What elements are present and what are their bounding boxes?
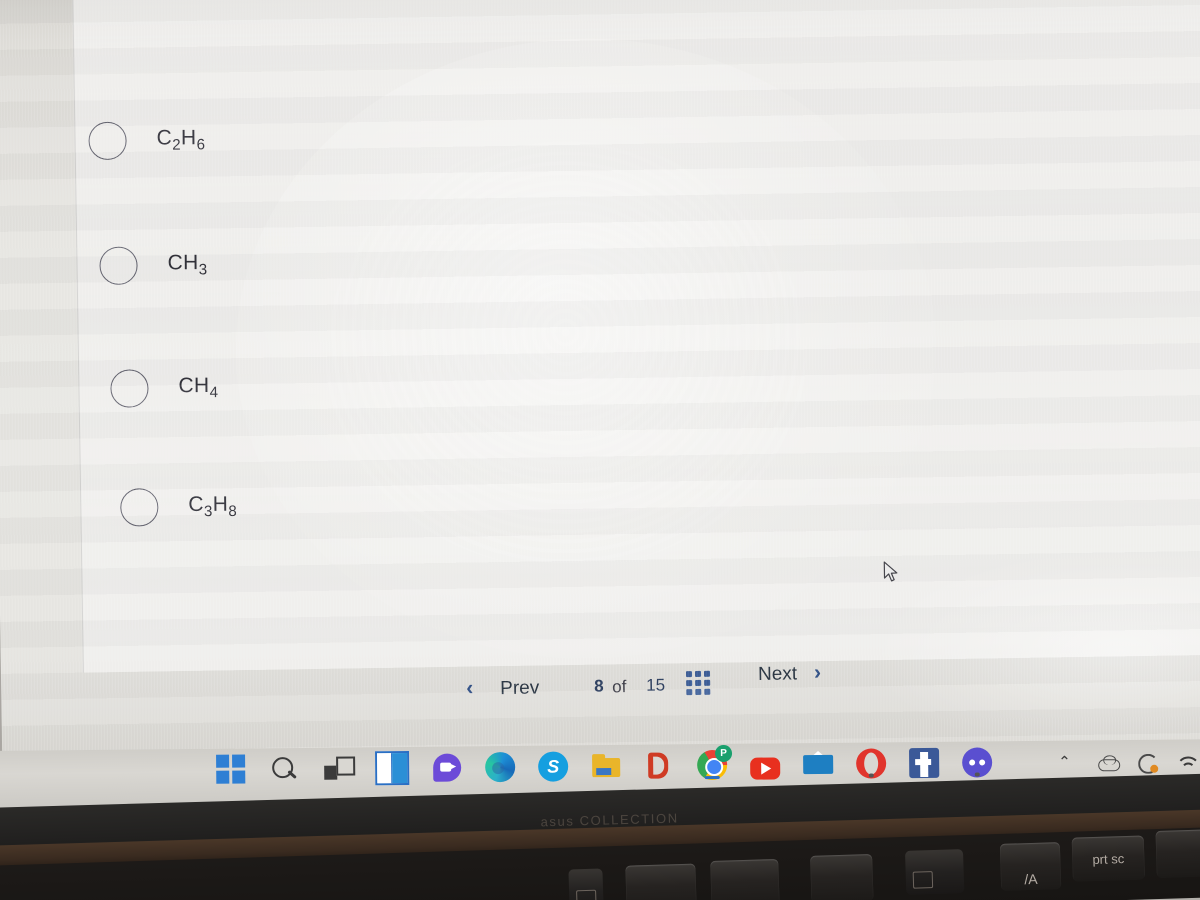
taskbar-icon-strip: S P [216,744,993,786]
key-f12-glyph [912,871,934,889]
sync-status-icon[interactable] [1136,752,1159,774]
youtube-icon[interactable] [750,757,781,780]
answer-option-b[interactable]: CH3 [99,246,208,285]
key-delete[interactable] [1155,829,1200,879]
browser-page: oichiometry i Saved Help Save & Exit C2H… [0,0,1200,778]
next-chevron-icon[interactable]: › [814,661,821,685]
key-f8[interactable] [568,868,604,900]
prev-button[interactable]: Prev [500,677,539,700]
radio-button-b[interactable] [99,246,138,285]
show-hidden-icons-icon[interactable]: ⌃ [1058,753,1080,775]
wifi-icon[interactable] [1175,751,1197,773]
question-grid-icon[interactable] [685,670,711,696]
mail-icon[interactable] [803,749,834,779]
key-f11[interactable] [810,853,874,900]
system-tray: ⌃ [1058,751,1200,775]
skype-icon[interactable]: S [538,751,569,782]
key-f10[interactable] [710,858,780,900]
office-icon[interactable] [644,750,674,780]
task-view-icon[interactable] [322,754,356,784]
key-f9[interactable] [625,863,697,900]
question-card [72,0,1200,673]
discord-active-indicator [974,772,980,777]
opera-active-indicator [868,773,874,778]
prev-chevron-icon[interactable]: ‹ [466,676,473,700]
radio-button-c[interactable] [110,369,149,408]
facebook-icon[interactable] [909,747,940,779]
mouse-pointer-icon [883,561,898,582]
total-page-count: 15 [646,675,666,695]
answer-option-d[interactable]: C3H8 [120,488,237,527]
discord-icon[interactable] [962,747,993,778]
chrome-active-indicator [704,775,720,780]
search-icon[interactable] [269,754,299,784]
key-print-screen[interactable]: prt sc [1071,835,1145,882]
radio-button-d[interactable] [120,488,159,527]
edge-icon[interactable] [485,751,516,783]
start-button[interactable] [216,754,246,785]
onedrive-icon[interactable] [1097,752,1121,774]
answer-option-c[interactable]: CH4 [110,369,219,408]
answer-option-a-label: C2H6 [156,126,206,154]
next-button[interactable]: Next [758,663,797,686]
key-f8-glyph [576,889,597,900]
answer-option-a[interactable]: C2H6 [88,121,205,160]
pager-of-label: of [612,677,627,697]
laptop-screen: oichiometry i Saved Help Save & Exit C2H… [0,0,1200,823]
answer-option-b-label: CH3 [167,251,208,279]
key-f12[interactable] [904,849,965,895]
current-page-number: 8 [594,676,604,696]
file-explorer-icon[interactable] [591,751,621,781]
radio-button-a[interactable] [88,121,127,160]
answer-option-c-label: CH4 [178,374,219,402]
chrome-icon[interactable]: P [697,744,733,781]
chrome-badge: P [714,744,733,763]
opera-icon[interactable] [856,748,887,779]
question-pager: ‹ Prev 8 of 15 Next › [466,660,867,712]
answer-option-d-label: C3H8 [188,493,238,521]
photo-of-laptop-screen: oichiometry i Saved Help Save & Exit C2H… [0,0,1200,900]
key-volume[interactable]: /A [999,842,1062,891]
chat-icon[interactable] [432,752,462,782]
widgets-icon[interactable] [375,750,410,786]
